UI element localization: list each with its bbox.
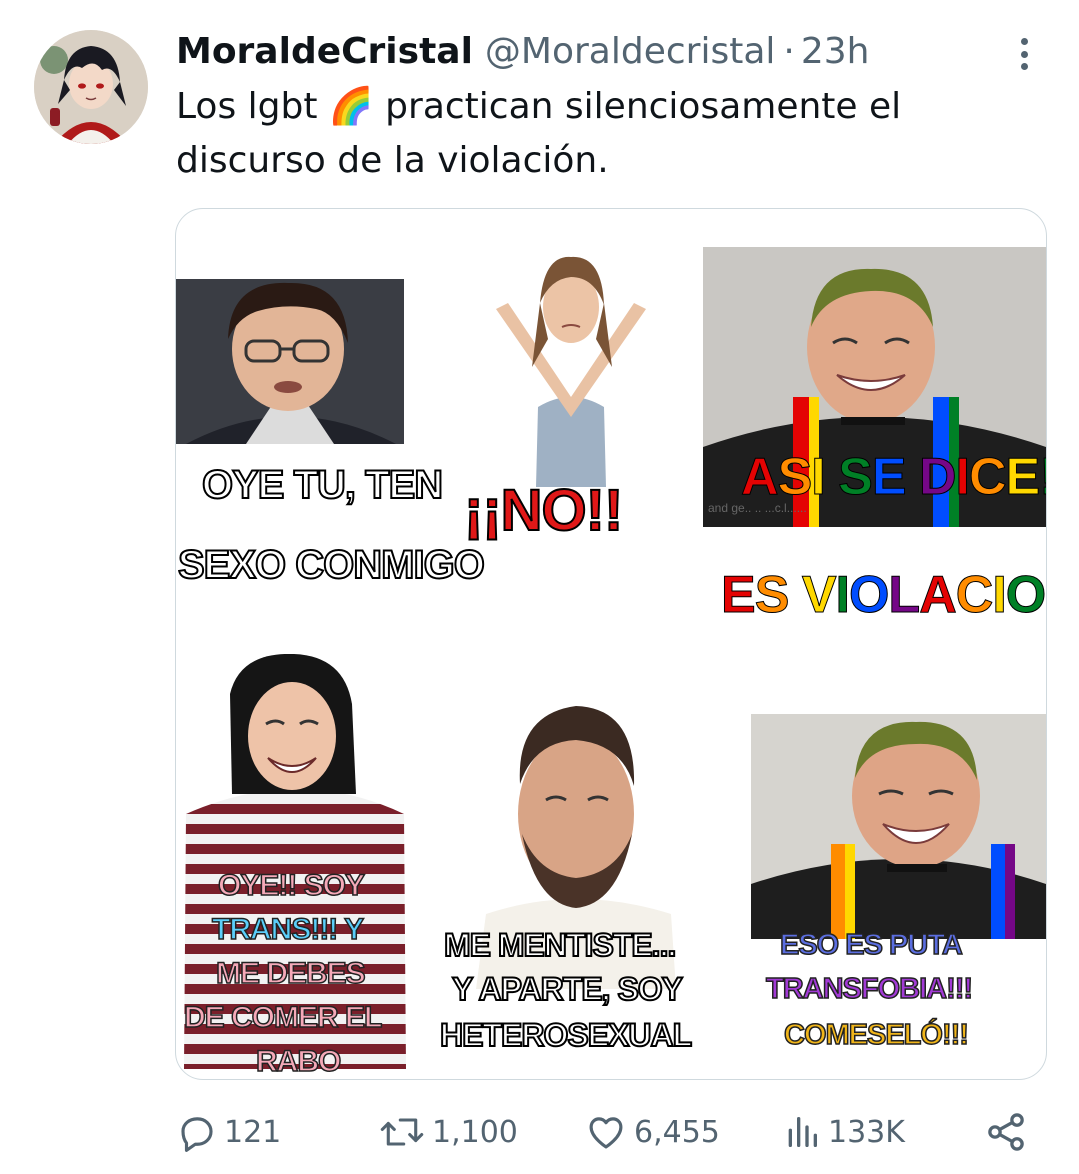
avatar-illustration bbox=[34, 30, 148, 144]
tweet-time[interactable]: 23h bbox=[801, 31, 870, 72]
panel-1-caption-line-1: OYE TU, TEN bbox=[201, 462, 444, 508]
panel-4-caption-line-5: RABO bbox=[255, 1044, 342, 1079]
reply-button[interactable]: 121 bbox=[176, 1105, 281, 1159]
repost-button[interactable]: 1,100 bbox=[378, 1105, 518, 1159]
tweet-header: MoraldeCristal @Moraldecristal · 23h bbox=[176, 26, 869, 76]
user-handle[interactable]: @Moraldecristal bbox=[485, 31, 775, 72]
panel-5-caption-line-2: Y APARTE, SOY bbox=[451, 970, 684, 1008]
like-icon bbox=[589, 1117, 623, 1149]
panel-1-photo bbox=[176, 279, 404, 444]
separator-dot: · bbox=[783, 30, 795, 72]
panel-4-caption-line-2: TRANS!!! Y bbox=[211, 912, 365, 947]
views-icon bbox=[788, 1117, 817, 1147]
like-button[interactable]: 6,455 bbox=[584, 1105, 720, 1159]
repost-count: 1,100 bbox=[432, 1114, 518, 1150]
more-icon[interactable] bbox=[1008, 34, 1040, 74]
tweet-media-image[interactable]: and ge.. .. ...c.l...... OYE TU, TEN SEX… bbox=[175, 208, 1047, 1080]
panel-4-caption-line-1: OYE!! SOY bbox=[217, 868, 366, 903]
reply-count: 121 bbox=[224, 1114, 282, 1150]
panel-6-caption-line-1: ESO ES PUTA bbox=[779, 928, 963, 962]
panel-2-caption: ¡¡NO!! bbox=[463, 477, 624, 544]
share-icon bbox=[988, 1113, 1024, 1151]
avatar[interactable] bbox=[34, 30, 148, 144]
panel-3-caption-line-1: ASI SE DICE!!! bbox=[741, 448, 1046, 507]
views-count: 133K bbox=[828, 1114, 905, 1150]
panel-5-caption-line-3: HETEROSEXUAL bbox=[439, 1016, 693, 1054]
panel-4-caption-line-3: ME DEBES bbox=[215, 956, 366, 991]
panel-4-caption-line-4: DE COMER EL bbox=[183, 1000, 383, 1035]
tweet-text: Los lgbt 🌈 practican silenciosamente el … bbox=[176, 86, 902, 181]
panel-6-caption-line-2: TRANSFOBIA!!! bbox=[765, 972, 974, 1006]
panel-5-caption-line-1: ME MENTISTE... bbox=[443, 926, 677, 964]
tweet-action-bar: 121 1,100 6,455 133K bbox=[0, 1105, 1079, 1159]
views-button[interactable]: 133K bbox=[782, 1105, 905, 1159]
panel-6-photo bbox=[751, 714, 1046, 939]
panel-3-caption-line-2: ES VIOLACION!! bbox=[721, 566, 1046, 625]
panel-1-caption-line-2: SEXO CONMIGO bbox=[177, 542, 486, 588]
display-name[interactable]: MoraldeCristal bbox=[176, 31, 473, 72]
share-button[interactable] bbox=[984, 1105, 1034, 1159]
reply-icon bbox=[181, 1117, 213, 1152]
repost-icon bbox=[380, 1118, 424, 1146]
like-count: 6,455 bbox=[634, 1114, 720, 1150]
panel-6-caption-line-3: COMESELÓ!!! bbox=[783, 1018, 969, 1052]
panel-2-photo bbox=[476, 247, 666, 487]
